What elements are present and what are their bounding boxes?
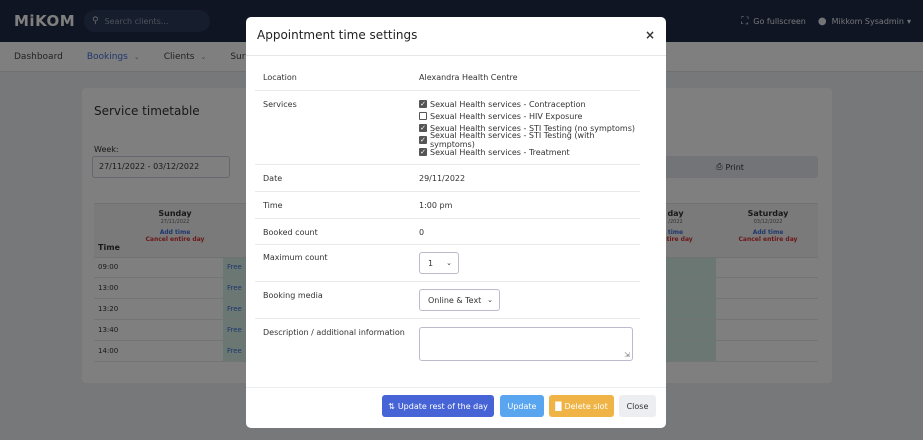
location-value: Alexandra Health Centre [419, 73, 518, 82]
service-checkbox-row[interactable]: ✓ Sexual Health services - STI Testing (w… [419, 131, 640, 149]
service-checkbox-row[interactable]: Sexual Health services - HIV Exposure [419, 110, 640, 122]
select-value: Online & Text [428, 295, 482, 305]
button-label: Update rest of the day [397, 401, 488, 411]
checkbox-checked[interactable]: ✓ [419, 148, 427, 156]
services-row: Services ✓ Sexual Health services - Contr… [255, 91, 640, 165]
checkbox-unchecked[interactable] [419, 112, 427, 120]
maximum-count-row: Maximum count 1 ⌄ [255, 245, 640, 282]
button-label: Close [626, 401, 649, 411]
booked-count-row: Booked count 0 [255, 219, 640, 245]
description-label: Description / additional information [263, 328, 405, 337]
service-label: Sexual Health services - STI Testing (wi… [429, 131, 595, 149]
update-button[interactable]: Update [500, 395, 544, 417]
button-label: Update [507, 401, 537, 411]
chevron-down-icon: ⌄ [487, 296, 493, 304]
description-textarea[interactable]: ⇲ [419, 327, 633, 361]
chevron-down-icon: ⌄ [446, 259, 452, 267]
date-row: Date 29/11/2022 [255, 165, 640, 192]
location-row: Location Alexandra Health Centre [255, 61, 640, 91]
checkbox-checked[interactable]: ✓ [419, 124, 427, 132]
divider [246, 55, 666, 56]
time-label: Time [263, 201, 283, 210]
appointment-settings-modal: Appointment time settings × Location Ale… [246, 17, 666, 428]
time-row: Time 1:00 pm [255, 192, 640, 219]
booking-media-select[interactable]: Online & Text ⌄ [419, 289, 500, 311]
service-label: Sexual Health services - Treatment [430, 147, 570, 157]
time-value: 1:00 pm [419, 201, 453, 210]
booked-count-value: 0 [419, 228, 425, 237]
description-row: Description / additional information ⇲ [255, 319, 640, 369]
update-rest-of-day-button[interactable]: ⇅ Update rest of the day [382, 395, 494, 417]
checkbox-checked[interactable]: ✓ [419, 100, 427, 108]
trash-icon: █ [555, 401, 562, 411]
maximum-count-label: Maximum count [263, 253, 328, 262]
modal-title: Appointment time settings [257, 28, 418, 42]
services-label: Services [263, 100, 297, 109]
service-label: Sexual Health services - HIV Exposure [430, 111, 583, 121]
close-button[interactable]: Close [619, 395, 656, 417]
location-label: Location [263, 73, 297, 82]
delete-slot-button[interactable]: █ Delete slot [549, 395, 614, 417]
button-label: Delete slot [564, 401, 608, 411]
list-icon: ⇅ [388, 401, 395, 411]
date-label: Date [263, 174, 283, 183]
service-checkbox-row[interactable]: ✓ Sexual Health services - Contraception [419, 98, 640, 110]
divider [246, 387, 666, 388]
booking-media-row: Booking media Online & Text ⌄ [255, 282, 640, 319]
booking-media-label: Booking media [263, 291, 323, 300]
select-value: 1 [428, 258, 434, 268]
checkbox-checked[interactable]: ✓ [419, 136, 427, 144]
service-label: Sexual Health services - Contraception [430, 99, 586, 109]
date-value: 29/11/2022 [419, 174, 466, 183]
resize-grip-icon[interactable]: ⇲ [624, 351, 630, 359]
maximum-count-select[interactable]: 1 ⌄ [419, 252, 459, 274]
close-icon[interactable]: × [645, 28, 655, 42]
booked-count-label: Booked count [263, 228, 318, 237]
services-list: ✓ Sexual Health services - Contraception … [419, 98, 640, 158]
